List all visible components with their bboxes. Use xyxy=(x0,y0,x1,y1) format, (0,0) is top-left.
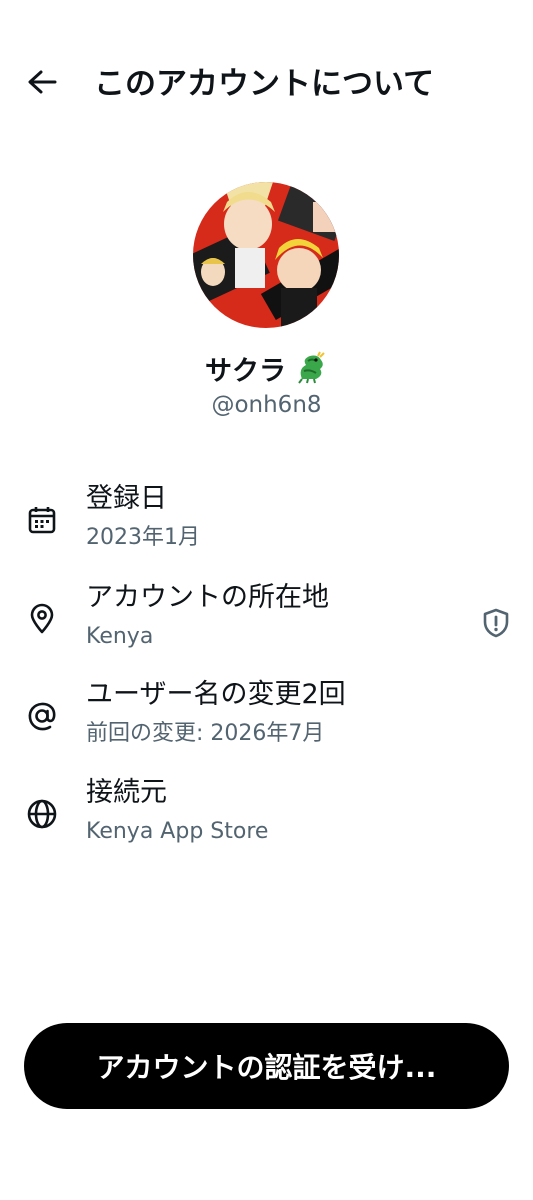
connected-via-value: Kenya App Store xyxy=(86,819,269,844)
at-sign-icon xyxy=(24,698,60,734)
connected-via-label: 接続元 xyxy=(86,777,167,808)
account-location-label: アカウントの所在地 xyxy=(86,582,329,613)
dragon-emoji-icon xyxy=(294,351,328,385)
username-changes-label: ユーザー名の変更2回 xyxy=(86,679,346,710)
location-pin-icon xyxy=(24,601,60,637)
avatar[interactable] xyxy=(193,182,339,328)
connected-via-row: 接続元 Kenya App Store xyxy=(0,774,533,866)
shield-info-button[interactable] xyxy=(478,607,514,643)
top-bar: このアカウントについて xyxy=(0,40,533,128)
display-name: サクラ xyxy=(205,355,286,387)
page-title: このアカウントについて xyxy=(94,66,435,102)
joined-label: 登録日 xyxy=(86,483,167,514)
shield-info-icon xyxy=(481,607,511,643)
user-handle: @onh6n8 xyxy=(211,392,322,418)
account-location-row: アカウントの所在地 Kenya xyxy=(0,579,533,671)
account-location-value: Kenya xyxy=(86,624,154,649)
username-changes-row: ユーザー名の変更2回 前回の変更: 2026年7月 xyxy=(0,676,533,768)
verify-account-button[interactable]: アカウントの認証を受け... xyxy=(24,1023,509,1109)
globe-icon xyxy=(24,796,60,832)
back-button[interactable] xyxy=(22,66,62,102)
joined-value: 2023年1月 xyxy=(86,525,200,550)
arrow-left-icon xyxy=(27,69,57,99)
calendar-icon xyxy=(24,502,60,538)
username-changes-value: 前回の変更: 2026年7月 xyxy=(86,721,325,746)
display-name-row: サクラ xyxy=(0,348,533,388)
joined-date-row: 登録日 2023年1月 xyxy=(0,480,533,572)
